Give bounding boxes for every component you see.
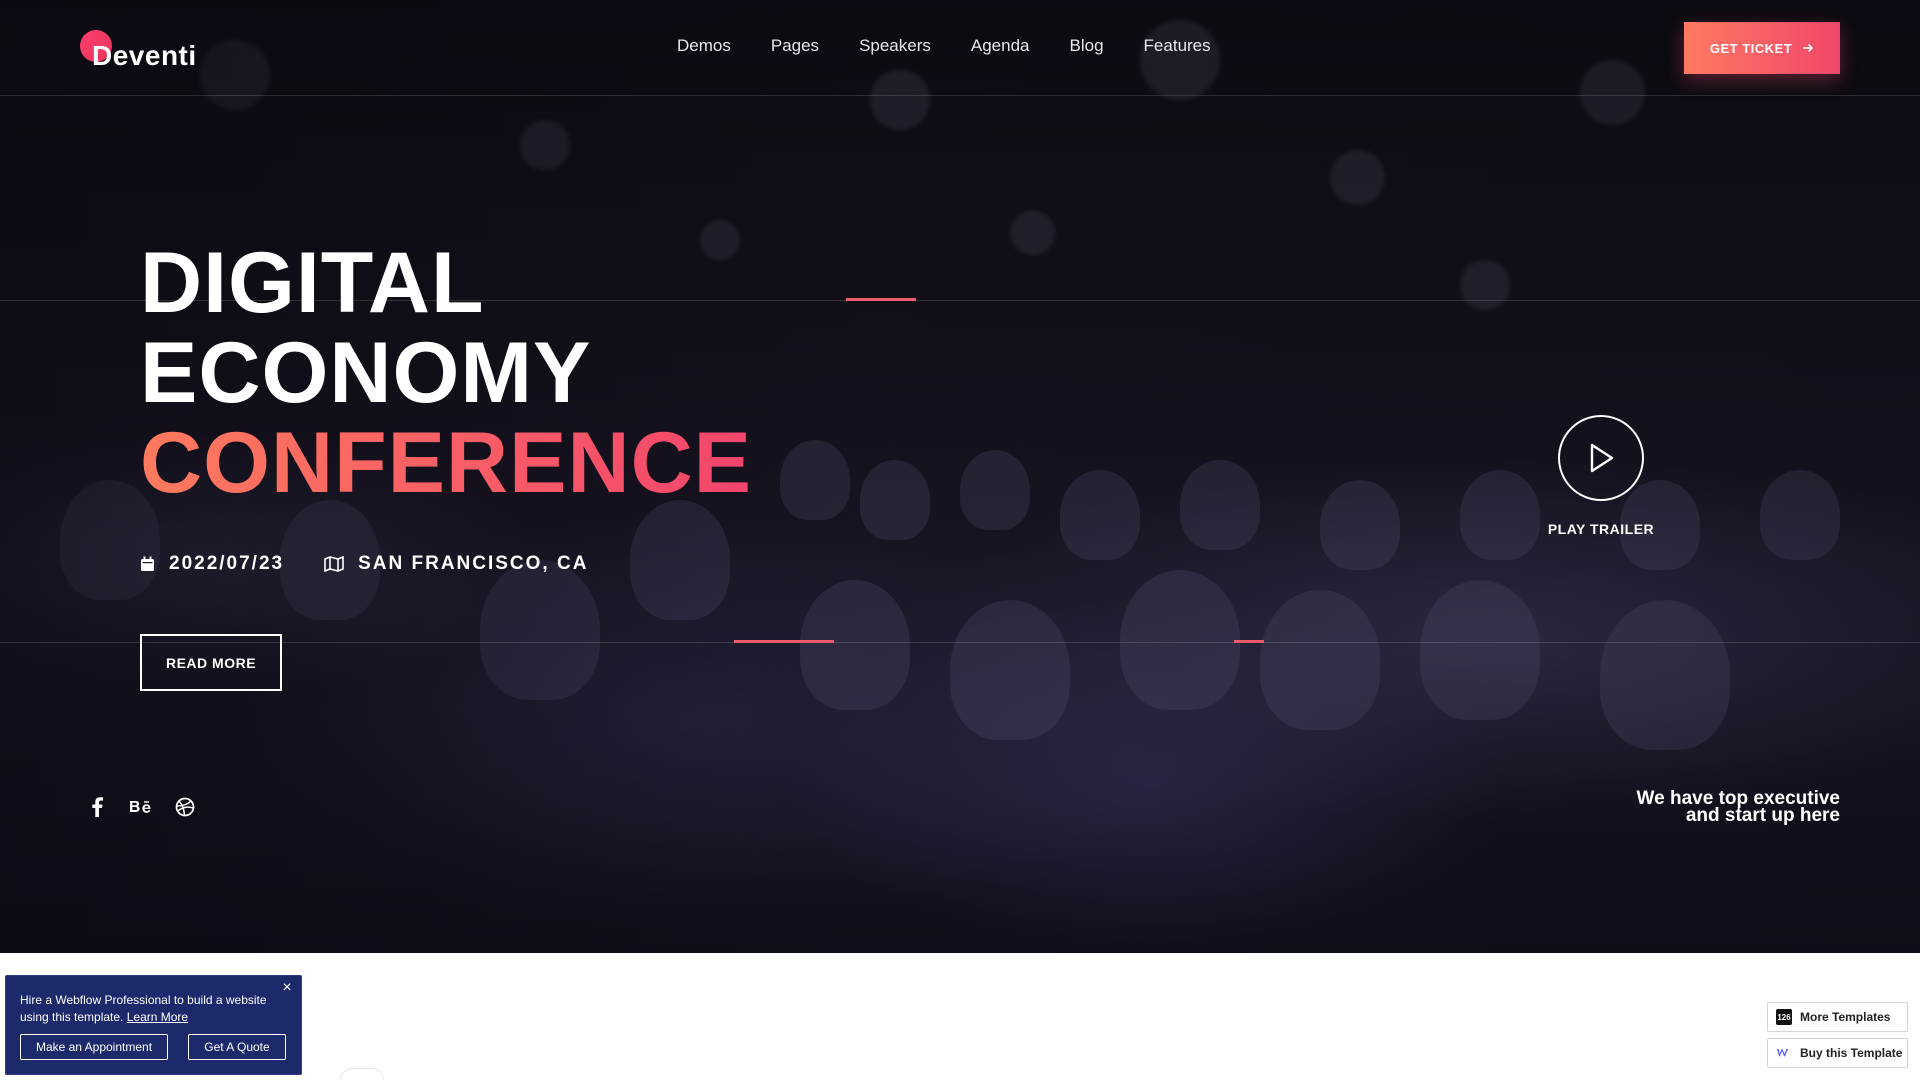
event-date: 2022/07/23 bbox=[140, 553, 284, 575]
event-location: SAN FRANCISCO, CA bbox=[324, 553, 588, 575]
hero-section: Deventi Demos Pages Speakers Agenda Blog… bbox=[0, 0, 1920, 953]
menu-item-speakers[interactable]: Speakers bbox=[859, 36, 931, 56]
hero-tagline-line-2: and start up here bbox=[1685, 805, 1840, 826]
facebook-icon[interactable] bbox=[86, 796, 108, 818]
get-quote-button[interactable]: Get A Quote bbox=[188, 1034, 286, 1060]
hero-title-line-1: DIGITAL bbox=[140, 235, 485, 331]
menu-item-agenda[interactable]: Agenda bbox=[971, 36, 1030, 56]
menu-item-features[interactable]: Features bbox=[1144, 36, 1211, 56]
calendar-icon bbox=[141, 556, 154, 571]
accent-bar bbox=[734, 640, 834, 643]
learn-more-link[interactable]: Learn More bbox=[127, 1010, 188, 1024]
play-icon bbox=[1590, 443, 1614, 473]
accent-bar bbox=[846, 298, 916, 301]
hero-tagline: We have top executive and start up here bbox=[1540, 789, 1840, 826]
play-trailer-button[interactable] bbox=[1558, 415, 1644, 501]
top-navigation: Deventi Demos Pages Speakers Agenda Blog… bbox=[0, 0, 1920, 96]
more-templates-button[interactable]: 126 More Templates bbox=[1767, 1002, 1908, 1032]
get-ticket-button[interactable]: GET TICKET bbox=[1684, 22, 1840, 74]
menu-item-blog[interactable]: Blog bbox=[1070, 36, 1104, 56]
event-date-text: 2022/07/23 bbox=[169, 553, 285, 574]
get-ticket-label: GET TICKET bbox=[1709, 40, 1793, 56]
divider-line bbox=[0, 642, 1920, 643]
hero-title-line-3: CONFERENCE bbox=[140, 415, 753, 511]
map-icon bbox=[324, 556, 344, 572]
menu-item-demos[interactable]: Demos bbox=[677, 36, 731, 56]
menu-item-pages[interactable]: Pages bbox=[771, 36, 819, 56]
scroll-indicator bbox=[340, 1068, 384, 1080]
webflow-hire-popup: × Hire a Webflow Professional to build a… bbox=[5, 975, 302, 1075]
event-location-text: SAN FRANCISCO, CA bbox=[358, 553, 589, 574]
arrow-right-icon bbox=[1803, 43, 1814, 53]
event-meta: 2022/07/23 SAN FRANCISCO, CA bbox=[140, 553, 588, 575]
promo-text: Hire a Webflow Professional to build a w… bbox=[20, 992, 270, 1026]
close-icon[interactable]: × bbox=[279, 980, 295, 996]
make-appointment-button[interactable]: Make an Appointment bbox=[20, 1034, 168, 1060]
social-links bbox=[86, 796, 196, 818]
hero-title-line-2: ECONOMY bbox=[140, 325, 592, 421]
more-templates-label: More Templates bbox=[1800, 1010, 1891, 1024]
main-menu: Demos Pages Speakers Agenda Blog Feature… bbox=[677, 36, 1211, 56]
behance-icon[interactable] bbox=[128, 796, 154, 818]
webflow-icon bbox=[1776, 1045, 1792, 1061]
read-more-button[interactable]: READ MORE bbox=[140, 634, 282, 691]
templates-badge-icon: 126 bbox=[1776, 1009, 1792, 1025]
accent-bar bbox=[1234, 640, 1264, 643]
logo-text: Deventi bbox=[92, 40, 197, 71]
buy-template-button[interactable]: Buy this Template bbox=[1767, 1038, 1908, 1068]
play-trailer-label: PLAY TRAILER bbox=[1547, 521, 1655, 537]
buy-template-label: Buy this Template bbox=[1800, 1046, 1903, 1060]
hero-title: DIGITAL ECONOMY CONFERENCE bbox=[140, 238, 752, 508]
dribbble-icon[interactable] bbox=[174, 796, 196, 818]
